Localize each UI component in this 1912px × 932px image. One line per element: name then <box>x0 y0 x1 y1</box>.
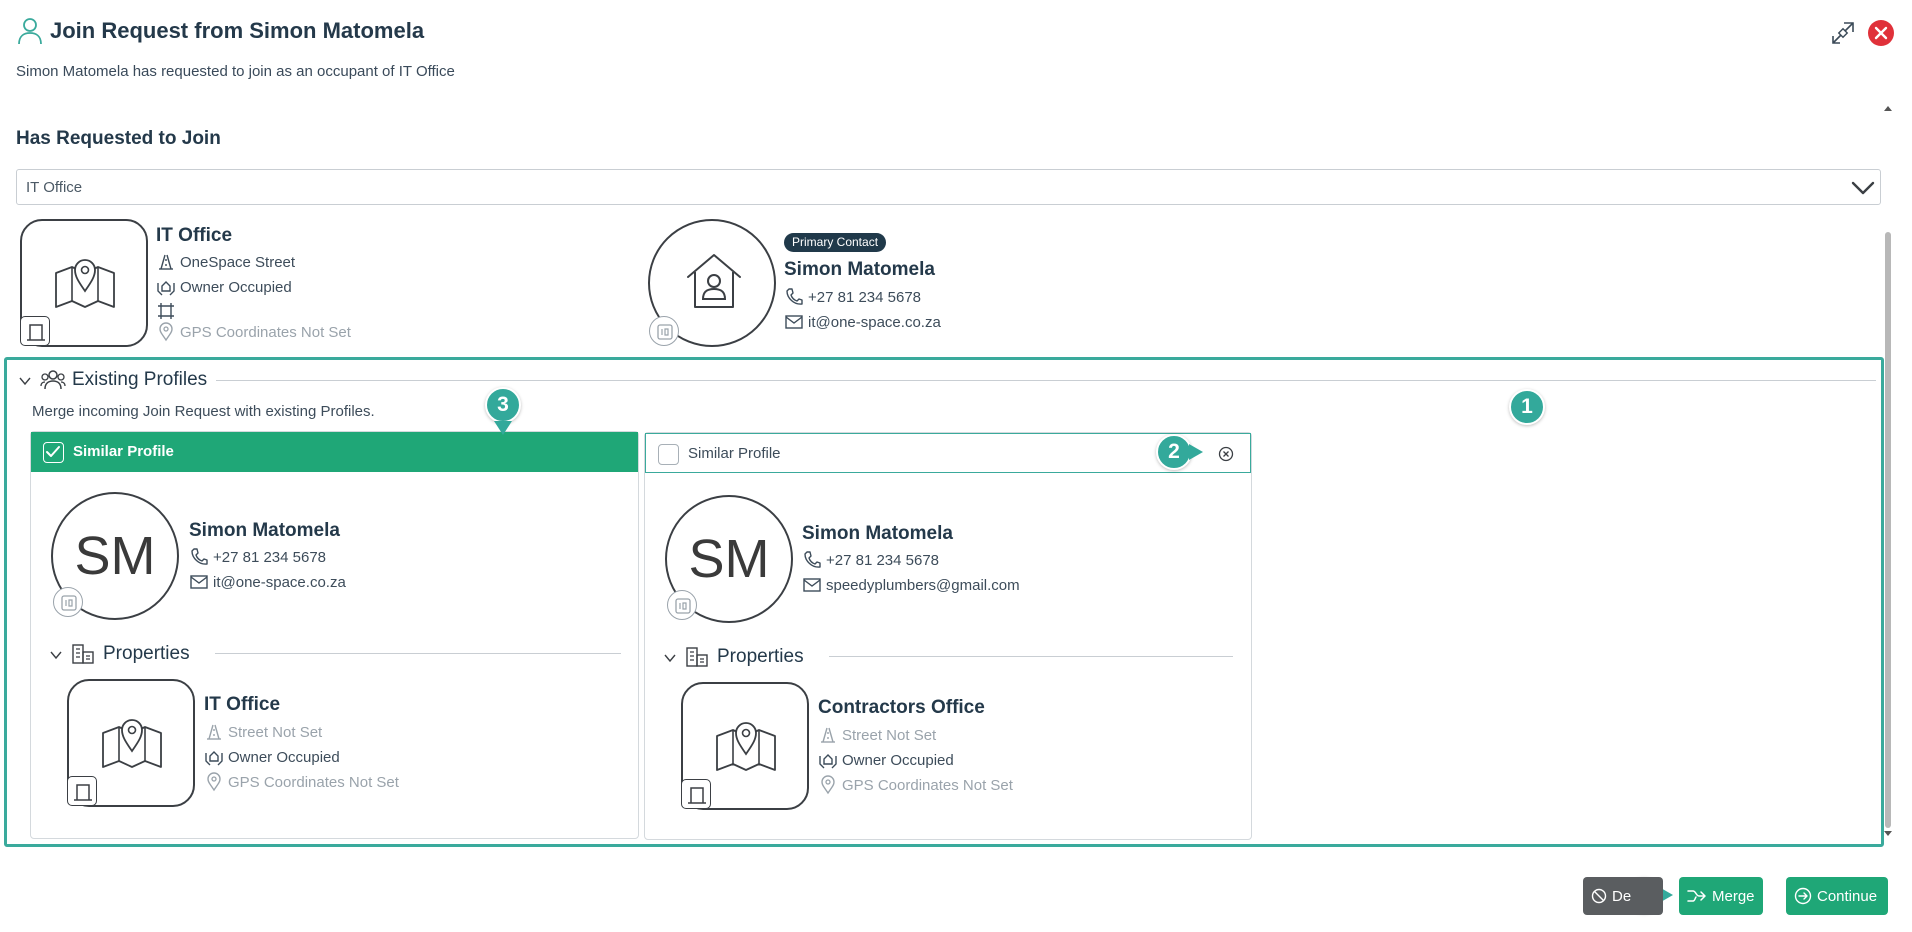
ban-icon <box>1591 888 1607 904</box>
door-icon <box>67 776 97 806</box>
chevron-down-icon[interactable] <box>18 374 32 388</box>
merge-icon <box>1687 890 1706 902</box>
divider <box>215 653 621 654</box>
property-name: IT Office <box>204 694 281 715</box>
hands-house-icon <box>819 754 837 769</box>
road-icon <box>159 254 173 270</box>
profile-name: Simon Matomela <box>189 520 340 541</box>
road-icon <box>821 727 835 743</box>
checkmark-icon <box>46 446 60 457</box>
profile-card[interactable]: Similar Profile SM Simon Matomela +27 81… <box>644 432 1252 840</box>
divider <box>829 656 1233 657</box>
dialog-title: Join Request from Simon Matomela <box>50 18 425 43</box>
id-card-icon <box>649 316 679 346</box>
profile-phone: +27 81 234 5678 <box>189 547 326 567</box>
existing-profiles-title: Existing Profiles <box>72 369 208 390</box>
hands-house-icon <box>205 751 223 766</box>
annotation-marker-1: 1 <box>1509 389 1545 425</box>
dialog-subtitle: Simon Matomela has requested to join as … <box>16 63 455 80</box>
profile-card-header[interactable]: Similar Profile <box>31 432 638 472</box>
chevron-down-icon[interactable] <box>663 651 677 665</box>
existing-profiles-description: Merge incoming Join Request with existin… <box>32 403 375 420</box>
mail-icon <box>785 315 803 329</box>
location-pin-icon <box>207 772 221 792</box>
map-pin-icon <box>55 259 115 308</box>
marker-pointer <box>1189 444 1203 460</box>
contact-phone: +27 81 234 5678 <box>784 287 921 307</box>
mail-icon <box>190 575 208 589</box>
property-occupancy: Owner Occupied <box>204 747 340 767</box>
road-icon <box>207 724 221 740</box>
id-card-icon <box>53 587 83 617</box>
property-name: IT Office <box>156 225 233 246</box>
hands-house-icon <box>157 281 175 296</box>
select-value: IT Office <box>26 179 83 196</box>
scroll-up-icon[interactable] <box>1883 104 1893 112</box>
annotation-marker-2: 2 <box>1156 434 1192 470</box>
chevron-down-icon[interactable] <box>49 648 63 662</box>
property-select[interactable]: IT Office <box>16 169 1881 205</box>
contact-email: it@one-space.co.za <box>784 312 941 332</box>
property-gps: GPS Coordinates Not Set <box>156 322 351 342</box>
arrow-circle-right-icon <box>1794 887 1812 905</box>
select-checkbox[interactable] <box>43 442 64 463</box>
properties-title: Properties <box>103 643 190 664</box>
phone-icon <box>786 288 803 305</box>
map-pin-icon <box>716 722 776 771</box>
scroll-down-icon[interactable] <box>1883 830 1893 838</box>
property-street: Street Not Set <box>818 725 936 745</box>
property-street: OneSpace Street <box>156 252 295 272</box>
scroll-thumb[interactable] <box>1885 232 1891 828</box>
property-street: Street Not Set <box>204 722 322 742</box>
property-gps: GPS Coordinates Not Set <box>204 772 399 792</box>
property-occupancy: Owner Occupied <box>818 750 954 770</box>
select-checkbox[interactable] <box>658 444 679 465</box>
marker-pointer <box>494 421 512 435</box>
continue-button[interactable]: Continue <box>1786 877 1888 915</box>
close-icon <box>1874 26 1888 40</box>
buildings-icon <box>686 647 708 667</box>
properties-title: Properties <box>717 646 804 667</box>
close-button[interactable] <box>1868 20 1894 46</box>
divider <box>216 380 1876 381</box>
property-name: Contractors Office <box>818 697 985 718</box>
profile-card-title: Similar Profile <box>73 443 174 460</box>
dismiss-icon[interactable] <box>1218 446 1234 462</box>
primary-contact-badge: Primary Contact <box>784 233 887 252</box>
map-pin-icon <box>102 719 162 768</box>
buildings-icon <box>72 644 94 664</box>
property-gps: GPS Coordinates Not Set <box>818 775 1013 795</box>
profile-email: speedyplumbers@gmail.com <box>802 575 1020 595</box>
profile-card[interactable]: Similar Profile SM Simon Matomela +27 81… <box>30 431 639 839</box>
decline-button[interactable]: De <box>1583 877 1663 915</box>
property-occupancy: Owner Occupied <box>156 277 292 297</box>
annotation-marker-3: 3 <box>485 387 521 423</box>
phone-icon <box>804 551 821 568</box>
user-icon <box>18 18 42 45</box>
profile-card-title: Similar Profile <box>688 445 781 462</box>
house-user-icon <box>687 254 741 308</box>
area-icon <box>158 303 174 319</box>
profile-email: it@one-space.co.za <box>189 572 346 592</box>
users-icon <box>40 370 66 390</box>
door-icon <box>681 779 711 809</box>
profile-name: Simon Matomela <box>802 523 953 544</box>
section-title: Has Requested to Join <box>16 128 221 149</box>
mail-icon <box>803 578 821 592</box>
phone-icon <box>191 548 208 565</box>
chevron-down-icon <box>1851 181 1875 195</box>
contact-name: Simon Matomela <box>784 259 935 280</box>
location-pin-icon <box>159 322 173 342</box>
door-icon <box>20 316 50 346</box>
profile-phone: +27 81 234 5678 <box>802 550 939 570</box>
merge-button[interactable]: Merge <box>1679 877 1763 915</box>
location-pin-icon <box>821 775 835 795</box>
id-card-icon <box>667 590 697 620</box>
popout-icon[interactable] <box>1830 20 1856 46</box>
